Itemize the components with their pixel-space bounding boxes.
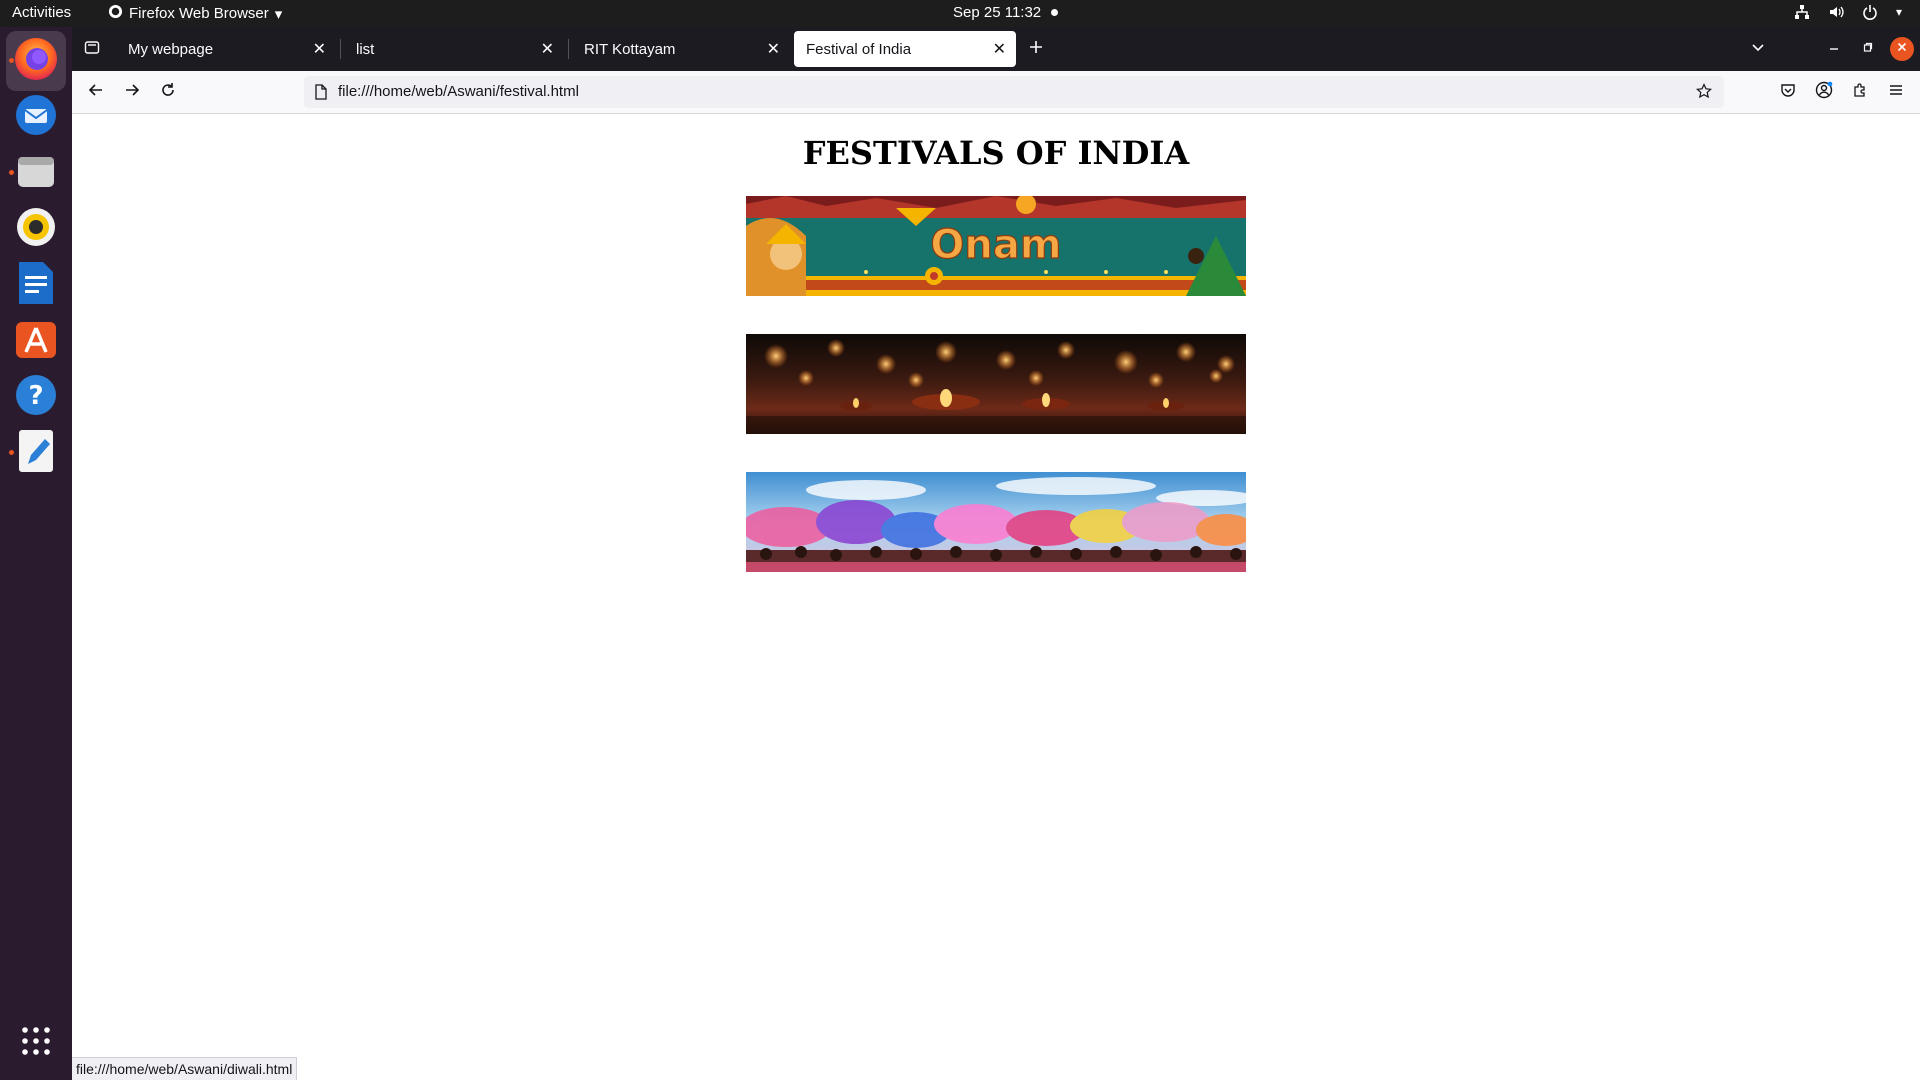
app-menu-label: Firefox Web Browser: [129, 5, 269, 22]
close-icon: [1896, 40, 1908, 58]
system-tray[interactable]: ▾: [1794, 4, 1902, 20]
holi-banner-link[interactable]: [746, 472, 1246, 572]
dock-help[interactable]: ?: [6, 367, 66, 427]
running-indicator: [9, 58, 14, 63]
help-icon: ?: [13, 372, 59, 423]
pocket-button[interactable]: [1776, 80, 1800, 104]
back-button[interactable]: [84, 80, 108, 104]
dock-files[interactable]: [6, 143, 66, 203]
running-indicator: [9, 170, 14, 175]
close-icon[interactable]: ✕: [313, 39, 326, 59]
dock-firefox[interactable]: [6, 31, 66, 91]
pocket-icon: [1780, 82, 1796, 103]
dock-text-editor[interactable]: [6, 423, 66, 483]
dock-thunderbird[interactable]: [6, 87, 66, 147]
menu-button[interactable]: [1884, 80, 1908, 104]
close-window-button[interactable]: [1890, 37, 1914, 61]
arrow-right-icon: [124, 82, 140, 103]
firefox-small-icon: [108, 4, 123, 23]
chevron-down-icon: ▾: [1895, 5, 1902, 19]
onam-banner-text: Onam: [930, 222, 1061, 268]
volume-icon: [1828, 4, 1844, 20]
bookmark-star-icon[interactable]: [1696, 83, 1712, 104]
firefox-icon: [12, 35, 60, 88]
clock[interactable]: Sep 25 11:32: [953, 4, 1059, 21]
page-content: FESTIVALS OF INDIA Onam: [72, 114, 1920, 1080]
tab-bar: My webpage ✕ list ✕ RIT Kottayam ✕ Festi…: [72, 27, 1920, 71]
maximize-button[interactable]: [1856, 37, 1880, 61]
url-bar[interactable]: file:///home/web/Aswani/festival.html: [304, 76, 1724, 108]
extensions-button[interactable]: [1848, 80, 1872, 104]
puzzle-icon: [1852, 82, 1868, 103]
hamburger-icon: [1888, 82, 1904, 103]
tab-separator: [340, 39, 341, 59]
close-icon[interactable]: ✕: [993, 39, 1006, 59]
close-icon[interactable]: ✕: [767, 39, 780, 59]
tab-rit-kottayam[interactable]: RIT Kottayam ✕: [572, 31, 790, 67]
clock-label: Sep 25 11:32: [953, 4, 1042, 21]
dock-show-apps[interactable]: [6, 1013, 66, 1073]
minimize-icon: [1828, 40, 1840, 58]
new-tab-button[interactable]: [1024, 37, 1048, 61]
nav-bar: file:///home/web/Aswani/festival.html: [72, 71, 1920, 114]
reload-icon: [160, 82, 176, 103]
tab-festival-of-india[interactable]: Festival of India ✕: [794, 31, 1016, 67]
reload-button[interactable]: [156, 80, 180, 104]
text-editor-icon: [15, 428, 57, 479]
writer-icon: [15, 260, 57, 311]
account-button[interactable]: [1812, 80, 1836, 104]
tab-label: list: [356, 40, 375, 58]
dock-rhythmbox[interactable]: [6, 199, 66, 259]
minimize-button[interactable]: [1822, 37, 1846, 61]
list-tabs-dropdown[interactable]: [1746, 37, 1770, 61]
holi-banner-image: [746, 472, 1246, 572]
forward-button[interactable]: [120, 80, 144, 104]
tab-separator: [568, 39, 569, 59]
diwali-banner-image: [746, 334, 1246, 434]
tab-label: RIT Kottayam: [584, 40, 676, 58]
network-icon: [1794, 4, 1810, 20]
close-icon[interactable]: ✕: [541, 39, 554, 59]
files-icon: [14, 149, 58, 198]
chevron-down-icon: [1750, 39, 1766, 60]
running-indicator: [9, 450, 14, 455]
onam-banner-image: Onam: [746, 196, 1246, 296]
restore-icon: [1862, 40, 1874, 58]
url-text[interactable]: file:///home/web/Aswani/festival.html: [338, 83, 579, 100]
tab-label: My webpage: [128, 40, 214, 58]
app-menu[interactable]: Firefox Web Browser ▾: [108, 4, 282, 23]
chevron-down-icon: ▾: [274, 5, 283, 23]
plus-icon: [1028, 39, 1044, 60]
tab-my-webpage[interactable]: My webpage ✕: [116, 31, 336, 67]
tab-list[interactable]: list ✕: [344, 31, 564, 67]
notification-dot-icon: [1051, 9, 1059, 16]
diwali-banner-link[interactable]: [746, 334, 1246, 434]
browser-window: My webpage ✕ list ✕ RIT Kottayam ✕ Festi…: [72, 27, 1920, 1080]
system-top-bar: Activities Firefox Web Browser ▾ Sep 25 …: [0, 0, 1920, 27]
onam-banner-link[interactable]: Onam: [746, 196, 1246, 296]
tab-label: Festival of India: [806, 40, 912, 58]
show-apps-icon: [20, 1025, 52, 1062]
power-icon: [1862, 4, 1878, 20]
account-icon: [1815, 81, 1833, 104]
page-icon: [314, 84, 328, 105]
dock-writer[interactable]: [6, 255, 66, 315]
dock-app-center[interactable]: [6, 311, 66, 371]
app-center-icon: [13, 316, 59, 367]
tab-overview-icon: [84, 39, 100, 60]
arrow-left-icon: [88, 82, 104, 103]
activities-button[interactable]: Activities: [12, 4, 71, 21]
page-heading: FESTIVALS OF INDIA: [802, 134, 1190, 172]
svg-text:?: ?: [28, 381, 43, 411]
rhythmbox-icon: [14, 205, 58, 254]
dock: ?: [0, 27, 72, 1080]
thunderbird-icon: [13, 92, 59, 143]
status-bar: file:///home/web/Aswani/diwali.html: [72, 1057, 298, 1080]
list-all-tabs-button[interactable]: [80, 37, 104, 61]
